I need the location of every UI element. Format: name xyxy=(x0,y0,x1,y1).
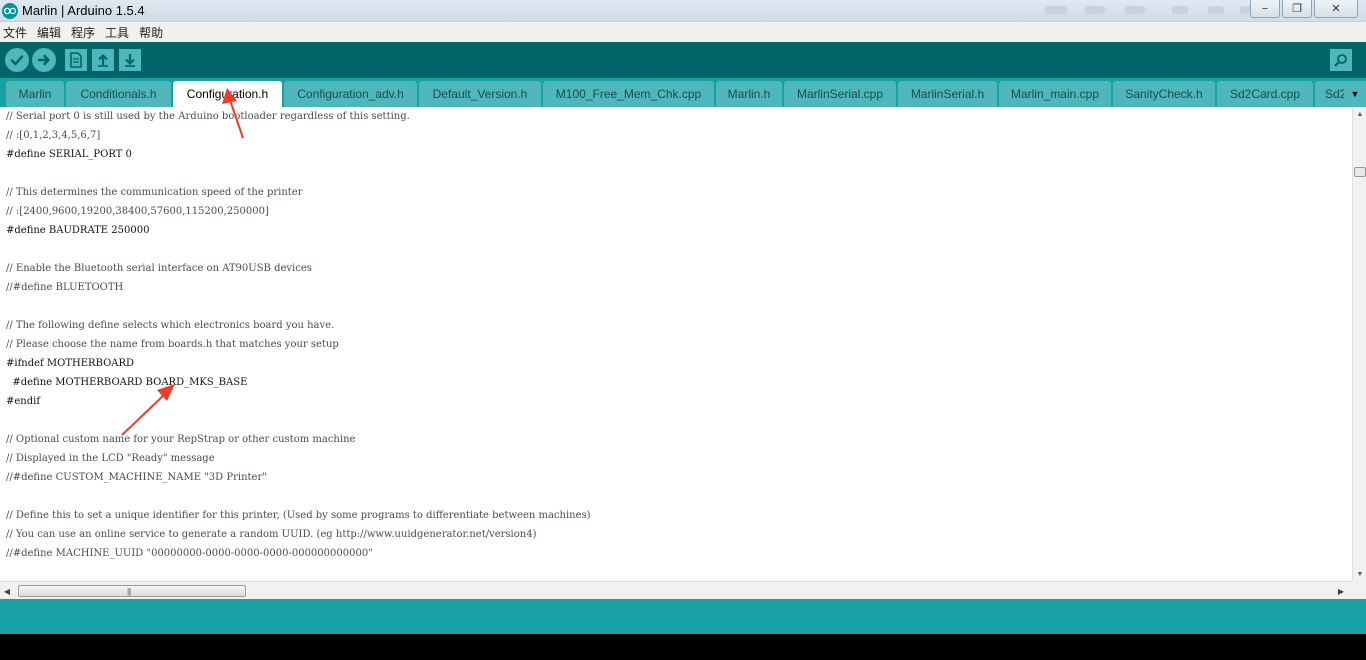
code-line: // Displayed in the LCD "Ready" message xyxy=(6,453,215,464)
tab-default-version[interactable]: Default_Version.h xyxy=(419,81,541,107)
menu-edit[interactable]: 编辑 xyxy=(37,24,61,41)
tab-marlin-main[interactable]: Marlin_main.cpp xyxy=(999,81,1111,107)
menu-sketch[interactable]: 程序 xyxy=(71,24,95,41)
vertical-scroll-thumb[interactable] xyxy=(1354,167,1366,177)
blurred-region xyxy=(1208,6,1224,14)
code-line: // This determines the communication spe… xyxy=(6,187,303,198)
code-line: // :[2400,9600,19200,38400,57600,115200,… xyxy=(6,206,269,217)
blurred-region xyxy=(1045,6,1067,14)
check-icon xyxy=(10,55,24,66)
maximize-button[interactable]: ❐ xyxy=(1282,0,1312,18)
code-line: // Define this to set a unique identifie… xyxy=(6,510,591,521)
save-button[interactable] xyxy=(119,49,141,71)
menu-file[interactable]: 文件 xyxy=(3,24,27,41)
window-title: Marlin | Arduino 1.5.4 xyxy=(22,3,145,18)
code-line: // Optional custom name for your RepStra… xyxy=(6,434,356,445)
tab-configuration-adv[interactable]: Configuration_adv.h xyxy=(284,81,417,107)
code-line: // The following define selects which el… xyxy=(6,320,335,331)
scrollbar-corner xyxy=(1352,581,1366,599)
horizontal-scroll-thumb[interactable]: ||| xyxy=(18,585,246,597)
code-line: #define SERIAL_PORT 0 xyxy=(6,149,132,160)
menu-tools[interactable]: 工具 xyxy=(105,24,129,41)
scroll-up-icon[interactable]: ▲ xyxy=(1355,109,1365,119)
code-line: // Please choose the name from boards.h … xyxy=(6,339,339,350)
code-line: // You can use an online service to gene… xyxy=(6,529,537,540)
status-bar xyxy=(0,599,1366,634)
new-button[interactable] xyxy=(65,49,87,71)
arrow-down-icon xyxy=(125,54,135,67)
window-controls: − ❐ ✕ xyxy=(1250,0,1358,18)
scroll-down-icon[interactable]: ▼ xyxy=(1355,569,1365,579)
open-button[interactable] xyxy=(92,49,114,71)
tab-marlinserial-h[interactable]: MarlinSerial.h xyxy=(898,81,997,107)
blurred-region xyxy=(1172,6,1188,14)
title-bar: Marlin | Arduino 1.5.4 − ❐ ✕ xyxy=(0,0,1366,22)
horizontal-scrollbar[interactable]: ◀ ||| ▶ xyxy=(0,581,1352,599)
arduino-logo-icon xyxy=(2,3,18,19)
new-file-icon xyxy=(70,52,82,68)
menu-help[interactable]: 帮助 xyxy=(139,24,163,41)
code-line: // :[0,1,2,3,4,5,6,7] xyxy=(6,130,101,141)
tab-m100-free-mem-chk[interactable]: M100_Free_Mem_Chk.cpp xyxy=(543,81,714,107)
vertical-scrollbar[interactable]: ▲ ▼ xyxy=(1352,107,1366,581)
tab-marlin[interactable]: Marlin xyxy=(6,81,64,107)
blurred-region xyxy=(1125,6,1145,14)
tab-sd2card-cpp[interactable]: Sd2Card.cpp xyxy=(1217,81,1313,107)
tab-conditionals[interactable]: Conditionals.h xyxy=(66,81,171,107)
blurred-region xyxy=(1085,6,1105,14)
arrow-right-icon xyxy=(37,54,50,66)
scroll-left-icon[interactable]: ◀ xyxy=(2,585,12,597)
tab-sanitycheck[interactable]: SanityCheck.h xyxy=(1113,81,1215,107)
code-line: #endif xyxy=(6,396,41,407)
arrow-up-icon xyxy=(98,53,108,67)
triangle-down-icon: ▼ xyxy=(1350,89,1360,99)
serial-monitor-button[interactable] xyxy=(1330,49,1352,71)
tab-configuration[interactable]: Configuration.h xyxy=(173,81,282,107)
menu-bar: 文件 编辑 程序 工具 帮助 xyxy=(0,22,1366,42)
tab-marlin-h[interactable]: Marlin.h xyxy=(716,81,782,107)
minimize-button[interactable]: − xyxy=(1250,0,1280,18)
code-line: //#define CUSTOM_MACHINE_NAME "3D Printe… xyxy=(6,472,267,483)
magnifier-icon xyxy=(1334,54,1347,67)
verify-button[interactable] xyxy=(5,48,29,72)
toolbar xyxy=(0,42,1366,78)
code-line: //#define MACHINE_UUID "00000000-0000-00… xyxy=(6,548,373,559)
code-line: // Enable the Bluetooth serial interface… xyxy=(6,263,312,274)
close-button[interactable]: ✕ xyxy=(1314,0,1358,18)
scroll-right-icon[interactable]: ▶ xyxy=(1336,585,1346,597)
code-line: #define BAUDRATE 250000 xyxy=(6,225,150,236)
tab-bar: Marlin Conditionals.h Configuration.h Co… xyxy=(0,78,1366,107)
tab-menu-button[interactable]: ▼ xyxy=(1344,81,1366,107)
code-line: #ifndef MOTHERBOARD xyxy=(6,358,135,369)
grip-icon: ||| xyxy=(127,587,131,596)
code-line: //#define BLUETOOTH xyxy=(6,282,124,293)
upload-button[interactable] xyxy=(32,48,56,72)
tab-marlinserial-cpp[interactable]: MarlinSerial.cpp xyxy=(784,81,896,107)
code-line: #define MOTHERBOARD BOARD_MKS_BASE xyxy=(6,377,248,388)
code-editor[interactable]: // Serial port 0 is still used by the Ar… xyxy=(0,107,1352,581)
code-line: // Serial port 0 is still used by the Ar… xyxy=(6,111,410,122)
console-area xyxy=(0,634,1366,660)
